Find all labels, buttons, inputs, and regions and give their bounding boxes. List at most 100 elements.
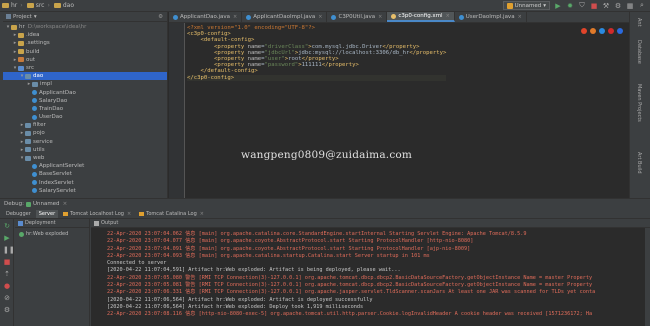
breadcrumb-label: dao: [62, 2, 75, 9]
project-panel-header[interactable]: Project ▾ ⚙: [3, 12, 167, 22]
tree-item[interactable]: ▾ web: [3, 154, 167, 162]
run-icon[interactable]: ▶: [554, 2, 562, 10]
code-content[interactable]: <?xml version="1.0" encoding="UTF-8"?> <c…: [187, 25, 447, 81]
tree-item[interactable]: UserDao: [3, 113, 167, 121]
gear-icon[interactable]: ⚙: [158, 14, 163, 20]
tree-item[interactable]: ▸ pojo: [3, 129, 167, 137]
breadcrumb-hr[interactable]: hr ›: [2, 2, 23, 9]
close-tab-icon[interactable]: ×: [127, 210, 131, 218]
java-class-icon: [331, 14, 337, 20]
server-output-console[interactable]: Output 22-Apr-2020 23:07:04.062 信息 [main…: [91, 219, 650, 326]
ie-icon[interactable]: [617, 28, 623, 34]
database-tool-tab[interactable]: Database: [636, 40, 642, 64]
tree-item[interactable]: ▾ src: [3, 64, 167, 72]
tree-item[interactable]: ▸ build: [3, 48, 167, 56]
run-configuration-selector[interactable]: Unnamed ▾: [502, 1, 550, 10]
tree-item-label: web: [33, 155, 45, 161]
safari-icon[interactable]: [599, 28, 605, 34]
tree-item[interactable]: TrainDao: [3, 105, 167, 113]
ant-tool-tab[interactable]: Ant: [636, 18, 642, 27]
tree-item[interactable]: ApplicantServlet: [3, 162, 167, 170]
editor-tab[interactable]: C3P0Util.java ×: [327, 12, 388, 22]
maven-tool-tab[interactable]: Maven Projects: [636, 84, 642, 122]
resume-icon[interactable]: ▶: [3, 234, 11, 242]
opera-icon[interactable]: [608, 28, 614, 34]
code-line: </c3p0-config>: [187, 74, 447, 81]
close-tab-icon[interactable]: ×: [446, 13, 450, 19]
close-tab-icon[interactable]: ×: [200, 210, 204, 218]
tree-item-label: UserDao: [39, 114, 63, 121]
pause-icon[interactable]: ❚❚: [3, 246, 15, 254]
tree-item[interactable]: ▸ out: [3, 56, 167, 64]
tree-item[interactable]: IndexServlet: [3, 179, 167, 187]
tree-item[interactable]: ▾ dao: [3, 72, 167, 81]
deployment-icon: [18, 220, 23, 226]
search-icon[interactable]: ⌕: [638, 1, 646, 10]
debug-tab[interactable]: Tomcat Catalina Log ×: [136, 210, 207, 218]
breadcrumb-src[interactable]: src ›: [26, 2, 50, 9]
console-scrollbar[interactable]: [645, 228, 650, 326]
code-editor[interactable]: <?xml version="1.0" encoding="UTF-8"?> <c…: [169, 23, 629, 198]
rerun-icon[interactable]: ↻: [3, 222, 11, 230]
debug-title-label: Debug:: [4, 201, 24, 207]
package-icon: [25, 131, 31, 137]
tree-item-label: service: [33, 138, 53, 145]
mute-breakpoints-icon[interactable]: ⊘: [3, 294, 11, 302]
debug-icon[interactable]: ✹: [566, 2, 574, 10]
firefox-icon[interactable]: [590, 28, 596, 34]
art-build-tool-tab[interactable]: Art Build: [636, 152, 642, 174]
java-class-icon: [246, 14, 252, 20]
close-tab-icon[interactable]: ×: [318, 14, 322, 20]
stop-icon[interactable]: ■: [590, 2, 598, 10]
tomcat-icon: [506, 2, 513, 9]
close-tab-icon[interactable]: ×: [233, 14, 237, 20]
tree-item-path: D:\workspace\idea\hr: [27, 24, 87, 30]
editor-tab[interactable]: ApplicantDao.java ×: [169, 12, 243, 22]
build-icon[interactable]: ⚒: [602, 2, 610, 10]
update-icon[interactable]: ⇡: [3, 270, 11, 278]
stop-icon[interactable]: ■: [3, 258, 11, 266]
tree-item-label: ApplicantServlet: [39, 163, 85, 170]
class-icon: [32, 106, 37, 112]
structure-icon[interactable]: ▦: [626, 2, 634, 10]
tree-item[interactable]: ▸ .idea: [3, 31, 167, 39]
debug-tab-label: Tomcat Localhost Log: [70, 210, 124, 217]
tree-item[interactable]: SalaryDao: [3, 97, 167, 105]
tree-item[interactable]: BaseServlet: [3, 170, 167, 178]
project-icon: [6, 14, 11, 19]
deployment-item[interactable]: hr:Web exploded: [15, 231, 89, 237]
console-log: 22-Apr-2020 23:07:04.062 信息 [main] org.a…: [91, 228, 650, 319]
debug-tab[interactable]: Server: [35, 209, 59, 218]
log-line: [2020-04-22 11:07:04,591] Artifact hr:We…: [107, 267, 401, 274]
coverage-icon[interactable]: ⛉: [578, 1, 586, 10]
close-icon[interactable]: ×: [63, 201, 68, 207]
tree-item[interactable]: ApplicantDao: [3, 89, 167, 97]
class-icon: [32, 188, 37, 194]
tree-item[interactable]: SalaryServlet: [3, 187, 167, 195]
settings-icon[interactable]: ⚙: [3, 306, 11, 314]
debug-tab[interactable]: Tomcat Localhost Log ×: [60, 210, 134, 218]
settings-icon[interactable]: ⚙: [614, 2, 622, 10]
editor-tab[interactable]: c3p0-config.xml ×: [387, 12, 455, 22]
close-tab-icon[interactable]: ×: [378, 14, 382, 20]
tree-item[interactable]: ▸ service: [3, 138, 167, 146]
breadcrumb-dao[interactable]: dao: [53, 2, 75, 9]
tree-item[interactable]: ▾ hr D:\workspace\idea\hr: [3, 23, 167, 31]
editor-tab-label: C3P0Util.java: [338, 14, 376, 20]
watermark-text: wangpeng0809@zuidaima.com: [241, 149, 413, 161]
package-icon: [32, 81, 38, 87]
close-tab-icon[interactable]: ×: [518, 14, 522, 20]
navigation-bar: hr › src › dao Unnamed ▾ ▶ ✹ ⛉ ■ ⚒ ⚙ ▦ ⌕: [0, 0, 650, 12]
output-header: Output: [91, 219, 650, 228]
chrome-icon[interactable]: [581, 28, 587, 34]
editor-tab[interactable]: ApplicantDaoImpl.java ×: [242, 12, 328, 22]
tree-item-label: SalaryDao: [39, 97, 68, 104]
tree-item[interactable]: ▸ .settings: [3, 39, 167, 47]
editor-tab[interactable]: UserDaoImpl.java ×: [455, 12, 527, 22]
tree-item[interactable]: ▸ filter: [3, 121, 167, 129]
breakpoints-icon[interactable]: ●: [3, 282, 11, 290]
debug-tab[interactable]: Debugger: [3, 210, 34, 218]
tree-item[interactable]: ▸ impl: [3, 80, 167, 88]
debug-panel-title: Debug: Unnamed ×: [0, 199, 650, 209]
tree-item[interactable]: ▸ utils: [3, 146, 167, 154]
